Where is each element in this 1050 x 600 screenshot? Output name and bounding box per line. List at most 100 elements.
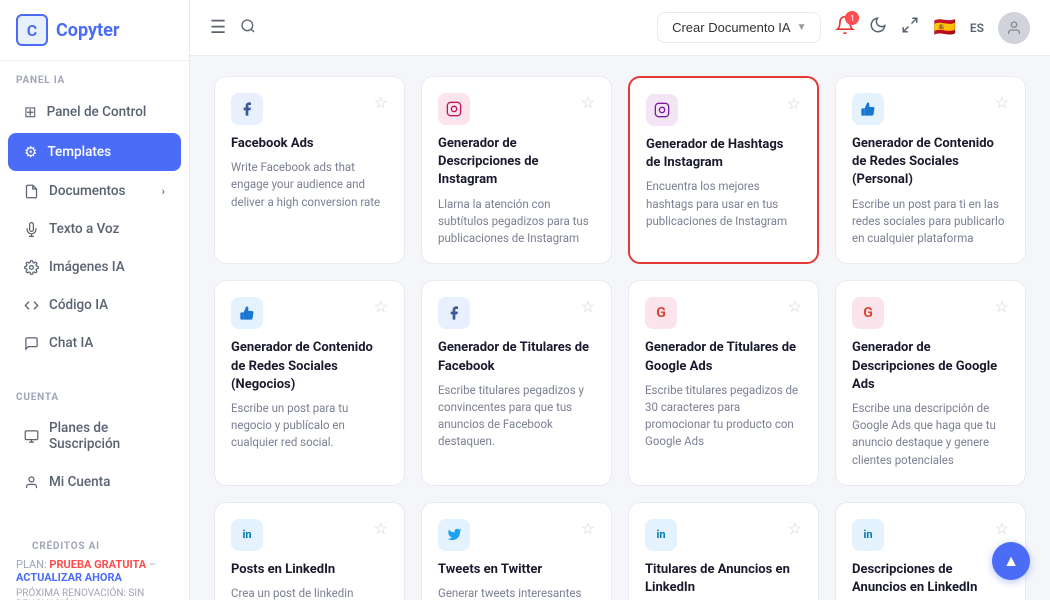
card-facebook-ads[interactable]: ☆ Facebook Ads Write Facebook ads that e… (214, 76, 405, 264)
cards-row-1: ☆ Facebook Ads Write Facebook ads that e… (214, 76, 1026, 264)
crear-btn-label: Crear Documento IA (672, 20, 791, 35)
card-title: Descripciones de Anuncios en LinkedIn (852, 561, 1009, 597)
card-icon-fb2 (438, 297, 470, 329)
imagenes-icon (24, 260, 39, 275)
cards-row-3: in ☆ Posts en LinkedIn Crea un post de l… (214, 502, 1026, 600)
card-header: ☆ (646, 94, 801, 126)
star-icon[interactable]: ☆ (995, 519, 1009, 538)
card-header: in ☆ (645, 519, 802, 551)
plan-update-link[interactable]: ACTUALIZAR AHORA (16, 571, 122, 584)
card-title: Posts en LinkedIn (231, 561, 388, 579)
documentos-icon (24, 184, 39, 199)
sidebar-item-label: Código IA (49, 297, 108, 313)
notif-badge: 1 (845, 11, 859, 25)
card-desc: Escribe una descripción de Google Ads qu… (852, 400, 1009, 469)
sidebar-item-label: Texto a Voz (49, 221, 119, 237)
card-desc: Escribe titulares pegadizos de 30 caract… (645, 382, 802, 451)
star-icon[interactable]: ☆ (995, 297, 1009, 316)
sidebar-item-label: Imágenes IA (49, 259, 125, 275)
planes-icon (24, 429, 39, 444)
star-icon[interactable]: ☆ (374, 297, 388, 316)
logo-text: Copyter (56, 20, 119, 41)
card-title: Facebook Ads (231, 135, 388, 153)
flag-icon: 🇪🇸 (933, 17, 955, 38)
plan-free-link[interactable]: PRUEBA GRATUITA (49, 558, 146, 571)
sidebar-item-label: Documentos (49, 183, 125, 199)
sidebar-logo: C Copyter (0, 0, 189, 61)
sidebar-item-label: Panel de Control (47, 104, 147, 120)
star-icon[interactable]: ☆ (374, 93, 388, 112)
card-posts-linkedin[interactable]: in ☆ Posts en LinkedIn Crea un post de l… (214, 502, 405, 600)
credits-renew: PRÓXIMA RENOVACIÓN: SIN RENOVACIÓN (16, 588, 173, 600)
star-icon[interactable]: ☆ (581, 93, 595, 112)
hamburger-icon[interactable]: ☰ (210, 17, 226, 38)
card-title: Generador de Titulares de Google Ads (645, 339, 802, 375)
fullscreen-icon[interactable] (901, 16, 919, 39)
content-area: ☆ Facebook Ads Write Facebook ads that e… (190, 56, 1050, 600)
sidebar-item-templates[interactable]: ⚙ Templates (8, 133, 181, 171)
scroll-up-icon: ▲ (1003, 551, 1019, 571)
card-generador-titulares-google[interactable]: G ☆ Generador de Titulares de Google Ads… (628, 280, 819, 486)
card-header: ☆ (231, 297, 388, 329)
card-desc: Encuentra los mejores hashtags para usar… (646, 178, 801, 230)
crear-documento-btn[interactable]: Crear Documento IA ▼ (657, 12, 821, 43)
search-icon[interactable] (240, 18, 256, 38)
panel-ia-label: PANEL IA (0, 61, 189, 92)
card-title: Generador de Descripciones de Google Ads (852, 339, 1009, 394)
sidebar-item-cuenta[interactable]: Mi Cuenta (8, 464, 181, 500)
chevron-right-icon: › (162, 185, 165, 198)
card-generador-contenido-negocios[interactable]: ☆ Generador de Contenido de Redes Social… (214, 280, 405, 486)
lang-label: ES (970, 21, 984, 35)
plan-sep: – (149, 558, 156, 571)
card-icon-thumb (852, 93, 884, 125)
star-icon[interactable]: ☆ (581, 519, 595, 538)
star-icon[interactable]: ☆ (788, 297, 802, 316)
cuenta-label: CUENTA (0, 378, 189, 409)
card-title: Generador de Contenido de Redes Sociales… (852, 135, 1009, 190)
card-generador-descripciones-google[interactable]: G ☆ Generador de Descripciones de Google… (835, 280, 1026, 486)
card-generador-descripciones-ig[interactable]: ☆ Generador de Descripciones de Instagra… (421, 76, 612, 264)
card-header: ☆ (438, 93, 595, 125)
sidebar-item-texto[interactable]: Texto a Voz (8, 211, 181, 247)
sidebar-item-panel[interactable]: ⊞ Panel de Control (8, 93, 181, 131)
star-icon[interactable]: ☆ (787, 94, 801, 113)
card-title: Generador de Titulares de Facebook (438, 339, 595, 375)
card-icon-li3: in (852, 519, 884, 551)
card-desc: Escribe un post para ti en las redes soc… (852, 196, 1009, 248)
star-icon[interactable]: ☆ (374, 519, 388, 538)
star-icon[interactable]: ☆ (581, 297, 595, 316)
card-desc: Write Facebook ads that engage your audi… (231, 159, 388, 211)
card-header: ☆ (438, 297, 595, 329)
avatar[interactable] (998, 12, 1030, 44)
card-desc: Generar tweets interesantes en Twitter c… (438, 585, 595, 600)
card-generador-contenido-personal[interactable]: ☆ Generador de Contenido de Redes Social… (835, 76, 1026, 264)
sidebar-item-chat[interactable]: Chat IA (8, 325, 181, 361)
topbar-right: Crear Documento IA ▼ 1 🇪🇸 ES (657, 12, 1030, 44)
dark-mode-icon[interactable] (869, 16, 887, 39)
card-header: ☆ (438, 519, 595, 551)
notification-btn[interactable]: 1 (835, 15, 855, 40)
main-area: ☰ Crear Documento IA ▼ 1 🇪🇸 ES (190, 0, 1050, 600)
chat-icon (24, 336, 39, 351)
card-generador-titulares-fb[interactable]: ☆ Generador de Titulares de Facebook Esc… (421, 280, 612, 486)
sidebar-item-codigo[interactable]: Código IA (8, 287, 181, 323)
star-icon[interactable]: ☆ (995, 93, 1009, 112)
card-icon-g2: G (852, 297, 884, 329)
card-icon-tw (438, 519, 470, 551)
card-generador-hashtags-ig[interactable]: ☆ Generador de Hashtags de Instagram Enc… (628, 76, 819, 264)
sidebar-item-imagenes[interactable]: Imágenes IA (8, 249, 181, 285)
sidebar-item-planes[interactable]: Planes de Suscripción (8, 410, 181, 462)
card-icon-li: in (231, 519, 263, 551)
card-desc: Crea un post de linkedin interesante con… (231, 585, 388, 600)
card-header: G ☆ (852, 297, 1009, 329)
credits-plan: PLAN: PRUEBA GRATUITA – ACTUALIZAR AHORA (16, 558, 173, 584)
scroll-up-button[interactable]: ▲ (992, 542, 1030, 580)
star-icon[interactable]: ☆ (788, 519, 802, 538)
sidebar-item-documentos[interactable]: Documentos › (8, 173, 181, 209)
sidebar-item-label: Chat IA (49, 335, 93, 351)
card-title: Tweets en Twitter (438, 561, 595, 579)
card-header: G ☆ (645, 297, 802, 329)
card-titulares-linkedin[interactable]: in ☆ Titulares de Anuncios en LinkedIn T… (628, 502, 819, 600)
card-tweets-twitter[interactable]: ☆ Tweets en Twitter Generar tweets inter… (421, 502, 612, 600)
topbar: ☰ Crear Documento IA ▼ 1 🇪🇸 ES (190, 0, 1050, 56)
